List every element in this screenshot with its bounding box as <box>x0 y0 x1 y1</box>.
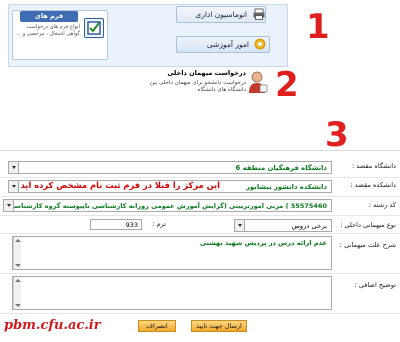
dest-university-value: دانشگاه فرهنگیان منطقه 6 <box>235 164 327 172</box>
term-input[interactable]: 933 <box>90 219 142 230</box>
printer-icon <box>253 8 265 20</box>
requests-module-title[interactable]: فرم های درخواست <box>20 11 78 31</box>
step-number-2: 2 <box>275 65 299 105</box>
notes-textarea[interactable] <box>12 276 332 310</box>
field-code-value: 55575460 ) مربی امورتربیتی (گرایش آموزش … <box>8 202 327 210</box>
guest-request-title[interactable]: درخواست میهمان داخلی <box>152 69 246 77</box>
row-divider <box>0 313 400 314</box>
site-watermark: pbm.cfu.ac.ir <box>4 318 101 333</box>
gear-icon <box>254 38 266 50</box>
guest-type-label: نوع میهمانی داخلی : <box>340 221 396 229</box>
term-label: ترم : <box>152 220 166 228</box>
dest-university-select[interactable]: دانشگاه فرهنگیان منطقه 6 <box>8 161 332 174</box>
row-divider <box>0 177 400 178</box>
dest-college-label: دانشکده مقصد : <box>350 181 396 189</box>
submit-for-approval-button[interactable]: ارسال جهت تایید <box>191 320 247 332</box>
user-icon <box>248 70 268 94</box>
row-divider <box>0 196 400 197</box>
cancel-button[interactable]: انصراف <box>138 320 176 332</box>
reason-scrollbar[interactable] <box>13 237 21 269</box>
step-number-1: 1 <box>306 7 330 47</box>
notes-label: توضیح اضافی : <box>354 281 396 289</box>
form-top-divider <box>0 150 400 151</box>
step-number-3: 3 <box>325 115 349 155</box>
guest-type-select[interactable]: برخی دروس <box>234 219 332 232</box>
field-code-select[interactable]: 55575460 ) مربی امورتربیتی (گرایش آموزش … <box>3 199 332 212</box>
chevron-down-icon[interactable] <box>4 200 14 211</box>
dest-university-label: دانشگاه مقصد : <box>351 162 396 170</box>
row-divider <box>0 273 400 274</box>
checklist-icon <box>84 18 104 38</box>
reason-label: شرح علت میهمانی : <box>339 241 396 249</box>
notes-scrollbar[interactable] <box>13 277 21 309</box>
chevron-down-icon[interactable] <box>235 220 245 231</box>
guest-type-value: برخی دروس <box>291 222 327 230</box>
row-divider <box>0 233 400 234</box>
chevron-down-icon[interactable] <box>9 162 19 173</box>
field-code-label: کد رشته : <box>368 201 396 209</box>
reason-value: عدم ارائه درس در پردیس شهید بهشتی <box>199 239 327 247</box>
dest-college-value: دانشکده دانشور نیشابور <box>246 183 327 191</box>
row-divider <box>0 215 400 216</box>
guest-request-description: درخواست دانشجو برای میهمان داخلی بین دان… <box>149 80 246 93</box>
college-warning: این مرکز را قبلا در فرم ثبت نام مشخص کرد… <box>20 180 220 190</box>
reason-textarea[interactable]: عدم ارائه درس در پردیس شهید بهشتی <box>12 236 332 270</box>
requests-module-description: انواع فرم های درخواست گواهی اشتغال ، مرخ… <box>16 24 80 37</box>
chevron-down-icon[interactable] <box>9 181 19 192</box>
